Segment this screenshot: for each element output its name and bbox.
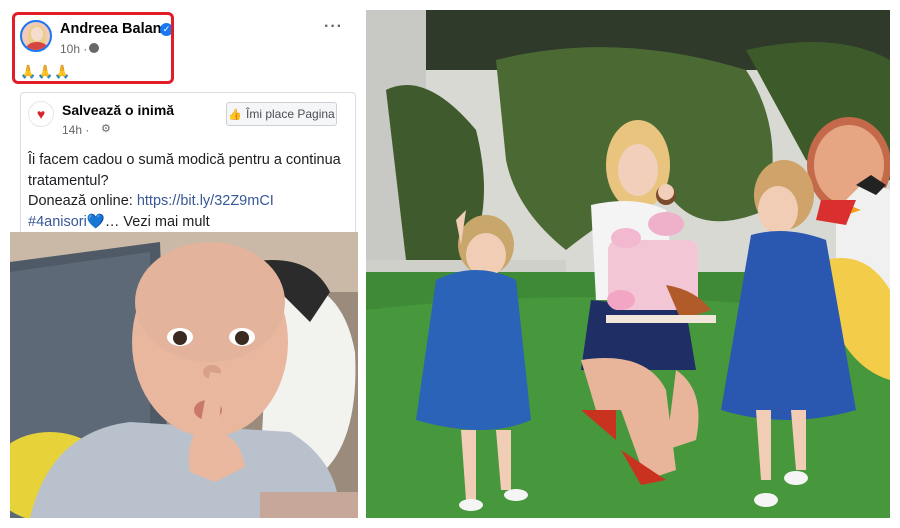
child-photo-illustration bbox=[10, 232, 358, 518]
see-more-link[interactable]: … Vezi mai mult bbox=[105, 214, 210, 230]
shared-post-text: Îi facem cadou o sumă modică pentru a co… bbox=[28, 150, 348, 232]
page-logo-heart-icon[interactable]: ♥ bbox=[28, 101, 54, 127]
like-page-label: Îmi place Pagina bbox=[245, 107, 335, 121]
facebook-post-screenshot: Andreea Balan ✓ 10h · ··· 🙏🙏🙏 ♥ Salvează… bbox=[10, 10, 358, 518]
page-name[interactable]: Salvează o inimă bbox=[62, 102, 174, 118]
post-header: Andreea Balan ✓ 10h · ··· 🙏🙏🙏 bbox=[10, 10, 358, 90]
like-page-button[interactable]: 👍 Îmi place Pagina bbox=[226, 102, 337, 126]
child-photo[interactable] bbox=[10, 232, 358, 518]
post-text-line1: Îi facem cadou o sumă modică pentru a co… bbox=[28, 152, 341, 189]
donate-label: Donează online: bbox=[28, 193, 137, 209]
more-options-icon[interactable]: ··· bbox=[324, 18, 343, 36]
donation-link[interactable]: https://bit.ly/32Z9mCI bbox=[137, 193, 274, 209]
post-text-line2: Donează online: https://bit.ly/32Z9mCI bbox=[28, 191, 348, 212]
red-highlight-box bbox=[12, 12, 174, 84]
gear-icon: ⚙ bbox=[101, 123, 111, 135]
shared-post-timestamp[interactable]: 14h · bbox=[62, 123, 89, 137]
family-photo-illustration bbox=[366, 10, 890, 518]
shared-post-card: ♥ Salvează o inimă 14h · ⚙ 👍 Îmi place P… bbox=[20, 92, 356, 242]
hashtag-link[interactable]: #4anisori bbox=[28, 214, 87, 230]
thumbs-up-icon: 👍 bbox=[228, 108, 242, 121]
family-photo[interactable] bbox=[366, 10, 890, 518]
blue-heart-icon: 💙 bbox=[86, 213, 105, 230]
post-text-line3: #4anisori💙… Vezi mai mult bbox=[28, 212, 348, 233]
